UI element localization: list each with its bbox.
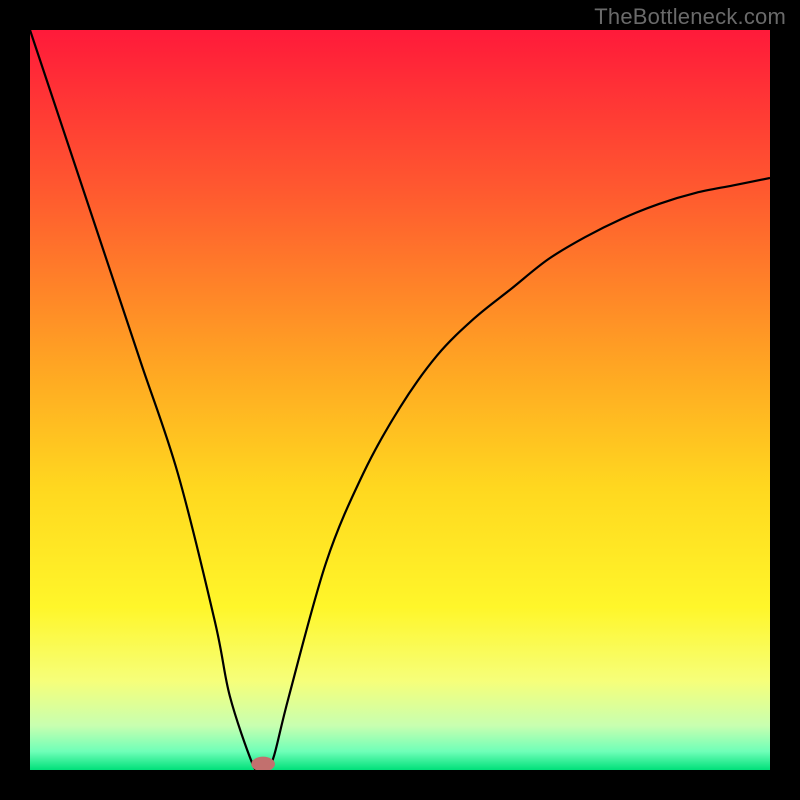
watermark-text: TheBottleneck.com <box>594 4 786 30</box>
chart-svg <box>30 30 770 770</box>
plot-area <box>30 30 770 770</box>
gradient-background <box>30 30 770 770</box>
outer-frame: TheBottleneck.com <box>0 0 800 800</box>
